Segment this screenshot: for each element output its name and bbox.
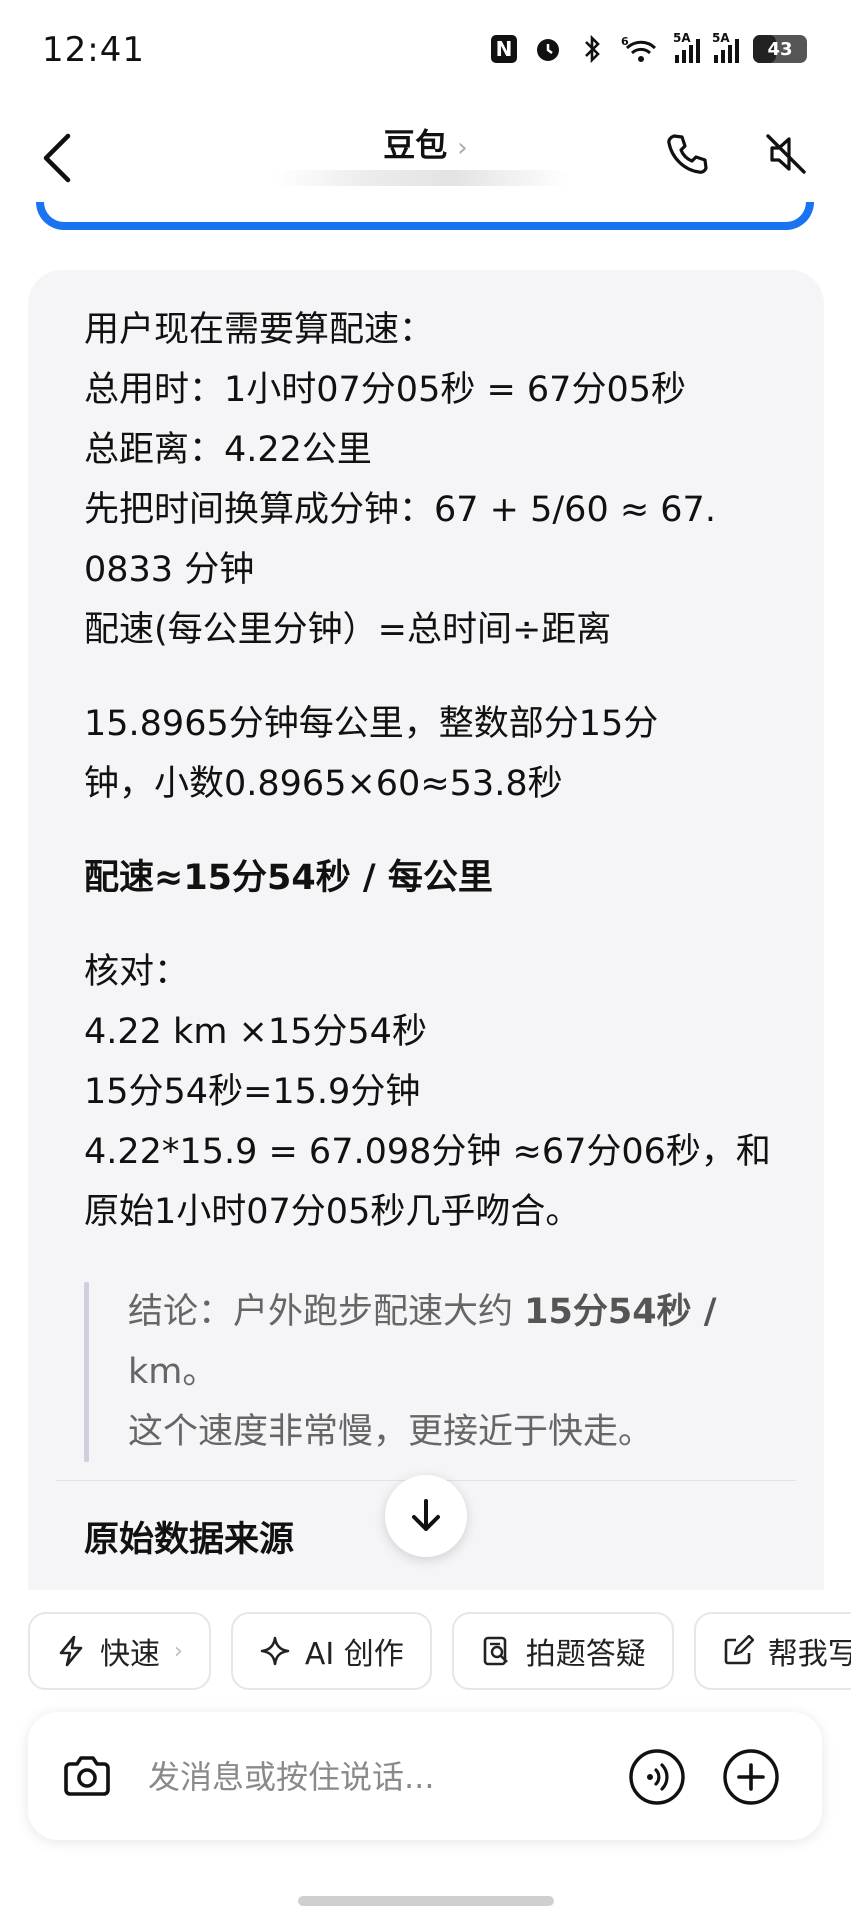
signal-icon-2: 5A (712, 31, 739, 63)
arrow-down-icon (412, 1499, 440, 1531)
alarm-icon (533, 34, 563, 64)
message-line: 0833 分钟 (84, 550, 255, 590)
scan-question-icon (483, 1636, 508, 1666)
message-body: 用户现在需要算配速： 总用时：1小时07分05秒 = 67分05秒 总距离：4.… (84, 300, 804, 1462)
status-icons: N 6 5A 5A 43 (489, 31, 807, 64)
message-input-bar: 发消息或按住说话... (28, 1712, 822, 1840)
chip-help-write[interactable]: 帮我写 (693, 1612, 851, 1690)
battery-icon: 43 (753, 35, 807, 63)
message-line: 15分54秒=15.9分钟 (84, 1072, 421, 1112)
signal-icon: 5A (673, 31, 700, 63)
message-line: 总距离：4.22公里 (84, 430, 372, 470)
status-time: 12:41 (42, 30, 145, 70)
mute-button[interactable] (762, 130, 810, 178)
lightning-icon (59, 1635, 83, 1667)
chip-fast[interactable]: 快速 › (28, 1612, 211, 1690)
camera-icon (64, 1756, 110, 1796)
chip-ai-create[interactable]: AI 创作 (230, 1612, 432, 1690)
nfc-icon: N (489, 34, 519, 64)
home-indicator[interactable] (298, 1896, 554, 1906)
message-line: 配速(每公里分钟）=总时间÷距离 (84, 610, 612, 650)
camera-button[interactable] (60, 1750, 114, 1804)
message-line: 4.22*15.9 = 67.098分钟 ≈67分06秒，和 (84, 1132, 771, 1172)
bluetooth-icon (577, 34, 607, 64)
message-line: 原始1小时07分05秒几乎吻合。 (84, 1192, 581, 1232)
previous-message-edge (36, 202, 814, 230)
message-line: 15.8965分钟每公里，整数部分15分 (84, 704, 659, 744)
sparkle-icon (260, 1636, 290, 1666)
phone-call-button[interactable] (664, 130, 712, 178)
message-line: 核对： (84, 952, 190, 992)
blurred-subtitle (275, 170, 570, 186)
assistant-message: 用户现在需要算配速： 总用时：1小时07分05秒 = 67分05秒 总距离：4.… (28, 270, 824, 1590)
chat-title[interactable]: 豆包 › (0, 120, 851, 166)
message-line: 总用时：1小时07分05秒 = 67分05秒 (84, 370, 686, 410)
voice-wave-icon (629, 1749, 685, 1805)
plus-icon (723, 1749, 779, 1805)
message-input[interactable]: 发消息或按住说话... (148, 1752, 435, 1798)
scroll-down-button[interactable] (385, 1475, 467, 1557)
chip-photo-question[interactable]: 拍题答疑 (451, 1612, 674, 1690)
message-line: 钟，小数0.8965×60≈53.8秒 (84, 764, 563, 804)
phone-icon (667, 134, 708, 174)
message-line: 4.22 km ×15分54秒 (84, 1012, 427, 1052)
chevron-right-icon: › (457, 133, 468, 163)
chat-header: 豆包 › (0, 100, 851, 215)
speaker-mute-icon (766, 134, 806, 174)
status-bar: 12:41 N 6 5A 5A 43 (0, 0, 851, 100)
add-button[interactable] (722, 1748, 780, 1806)
pace-result: 配速≈15分54秒 / 每公里 (84, 858, 493, 898)
wifi-icon: 6 (621, 34, 661, 64)
edit-icon (724, 1635, 754, 1665)
conclusion-quote: 结论：户外跑步配速大约 15分54秒 / km。 这个速度非常慢，更接近于快走。 (84, 1282, 804, 1462)
message-line: 先把时间换算成分钟：67 + 5/60 ≈ 67. (84, 490, 716, 530)
chevron-right-icon: › (174, 1638, 183, 1664)
message-line: 用户现在需要算配速： (84, 310, 435, 350)
voice-call-button[interactable] (628, 1748, 686, 1806)
quick-actions: 快速 › AI 创作 拍题答疑 帮我写 (28, 1612, 851, 1690)
